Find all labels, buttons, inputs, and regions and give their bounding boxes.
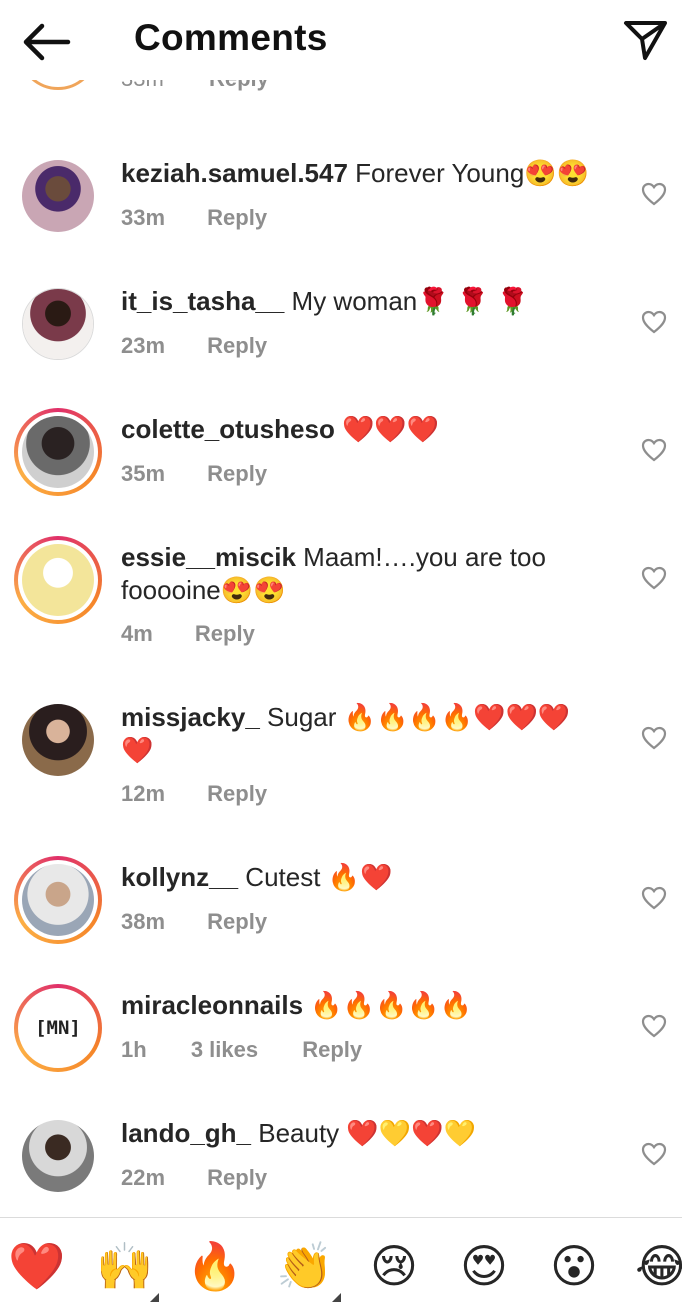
heart-icon[interactable] — [641, 438, 667, 462]
reply-button[interactable]: Reply — [207, 205, 267, 231]
heart-icon[interactable] — [641, 1014, 667, 1038]
reply-button[interactable]: Reply — [207, 461, 267, 487]
reply-button[interactable]: Reply — [207, 1165, 267, 1191]
back-button[interactable] — [20, 20, 72, 64]
comment-username[interactable]: it_is_tasha__ — [121, 286, 284, 316]
comment-meta: 33m Reply — [121, 205, 267, 231]
comment-username[interactable]: essie__miscik — [121, 542, 296, 572]
avatar[interactable] — [22, 1120, 94, 1192]
comment-time: 35m — [121, 461, 166, 486]
emoji-crying-button[interactable]: 😢 — [366, 1238, 422, 1294]
heart-icon[interactable] — [641, 310, 667, 334]
skin-tone-indicator-icon — [332, 1293, 341, 1302]
comment-meta: 22m Reply — [121, 1165, 267, 1191]
comment-meta: 35m Reply — [121, 461, 267, 487]
avatar[interactable] — [18, 80, 98, 90]
comment-meta: 23m Reply — [121, 333, 267, 359]
emoji-fire-button[interactable]: 🔥 — [186, 1238, 243, 1294]
comment-meta: 1h 3 likes Reply — [121, 1037, 362, 1063]
heart-icon[interactable] — [641, 566, 667, 590]
emoji-raised-hands-button[interactable]: 🙌 — [96, 1238, 153, 1294]
avatar[interactable] — [14, 856, 102, 944]
reply-button[interactable]: Reply — [302, 1037, 362, 1063]
comment-username[interactable]: keziah.samuel.547 — [121, 158, 348, 188]
avatar[interactable] — [14, 408, 102, 496]
reply-button[interactable]: Reply — [195, 621, 255, 647]
comment-time: 38m — [121, 909, 166, 934]
comment-text: ❤️❤️❤️ — [334, 414, 440, 444]
comment-body: miracleonnails 🔥🔥🔥🔥🔥 — [121, 989, 621, 1022]
comment-time: 1h — [121, 1037, 147, 1062]
comment-body: essie__miscik Maam!….you are too fooooin… — [121, 541, 581, 607]
comment-time: 4m — [121, 621, 153, 646]
emoji-heart-eyes-button[interactable]: 😍 — [456, 1238, 512, 1294]
comment-username[interactable]: colette_otusheso — [121, 414, 335, 444]
comment-meta: 38m Reply — [121, 909, 267, 935]
comment-time: 33m — [121, 205, 166, 230]
reply-button[interactable]: Reply — [207, 781, 267, 807]
app-header: Comments — [0, 0, 682, 80]
comment-text: Forever Young😍😍 — [347, 158, 590, 188]
emoji-laughing-button[interactable]: 😂 — [634, 1238, 682, 1294]
partial-comment: 33m Reply — [0, 80, 682, 110]
comment-body: colette_otusheso ❤️❤️❤️ — [121, 413, 621, 446]
comment-username[interactable]: missjacky_ — [121, 702, 260, 732]
reply-button[interactable]: Reply — [207, 333, 267, 359]
avatar[interactable] — [22, 704, 94, 776]
comment-username[interactable]: lando_gh_ — [121, 1118, 251, 1148]
avatar[interactable] — [22, 160, 94, 232]
comment-body: kollynz__ Cutest 🔥❤️ — [121, 861, 621, 894]
emoji-clap-button[interactable]: 👏 — [276, 1238, 333, 1294]
comment-meta: 12m Reply — [121, 781, 267, 807]
comment-text: Beauty ❤️💛❤️💛 — [251, 1118, 476, 1148]
reply-button[interactable]: Reply — [207, 909, 267, 935]
comment-body: lando_gh_ Beauty ❤️💛❤️💛 — [121, 1117, 621, 1150]
partial-meta: 33m Reply — [121, 80, 269, 92]
avatar[interactable] — [22, 288, 94, 360]
page-title: Comments — [134, 17, 328, 58]
comment-time: 33m — [121, 80, 164, 91]
avatar-logo-text: [MN] — [35, 1017, 81, 1039]
comment-text: Cutest 🔥❤️ — [238, 862, 393, 892]
share-button[interactable] — [620, 14, 670, 64]
skin-tone-indicator-icon — [150, 1293, 159, 1302]
emoji-reaction-bar: ❤️ 🙌 🔥 👏 😢 😍 😮 😂 — [0, 1217, 682, 1314]
comment-body: keziah.samuel.547 Forever Young😍😍 — [121, 157, 621, 190]
comment-body: missjacky_ Sugar 🔥🔥🔥🔥❤️❤️❤️ ❤️ — [121, 701, 601, 767]
comment-text: 🔥🔥🔥🔥🔥 — [303, 990, 473, 1020]
comment-body: it_is_tasha__ My woman🌹 🌹 🌹 — [121, 285, 621, 318]
arrow-left-icon — [23, 23, 71, 61]
comment-username[interactable]: miracleonnails — [121, 990, 303, 1020]
reply-button[interactable]: Reply — [209, 80, 269, 92]
avatar[interactable]: [MN] — [14, 984, 102, 1072]
paper-plane-icon — [624, 21, 667, 60]
heart-icon[interactable] — [641, 1142, 667, 1166]
heart-icon[interactable] — [641, 726, 667, 750]
avatar[interactable] — [14, 536, 102, 624]
comment-text: My woman🌹 🌹 🌹 — [284, 286, 529, 316]
heart-icon[interactable] — [641, 182, 667, 206]
emoji-heart-button[interactable]: ❤️ — [8, 1238, 65, 1294]
comment-time: 12m — [121, 781, 166, 806]
emoji-surprised-button[interactable]: 😮 — [546, 1238, 602, 1294]
heart-icon[interactable] — [641, 886, 667, 910]
comment-username[interactable]: kollynz__ — [121, 862, 238, 892]
comment-time: 22m — [121, 1165, 166, 1190]
likes-count[interactable]: 3 likes — [191, 1037, 258, 1063]
comment-meta: 4m Reply — [121, 621, 255, 647]
comment-time: 23m — [121, 333, 166, 358]
